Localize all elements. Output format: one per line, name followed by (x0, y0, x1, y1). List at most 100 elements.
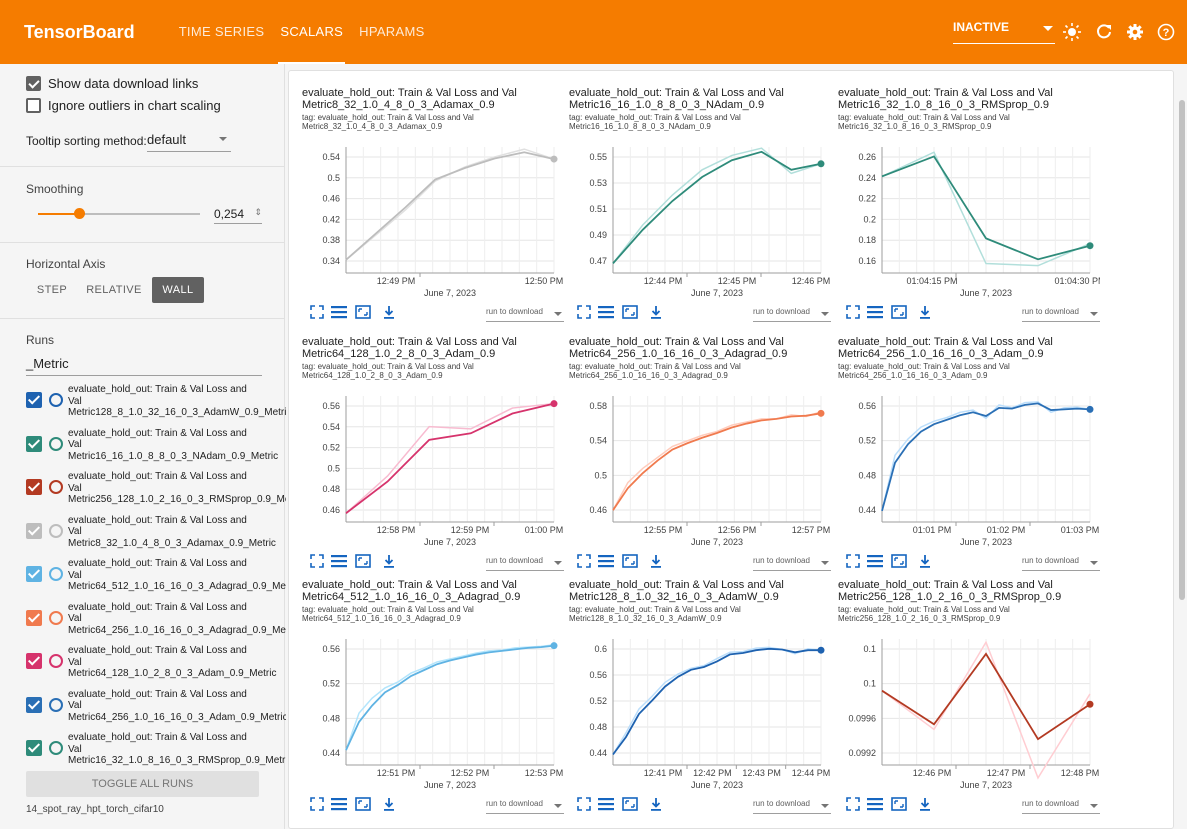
line-chart[interactable]: 0.56 0.54 0.52 0.5 0.48 0.46 12:58 PM 12:59 PM 0… (302, 388, 564, 548)
fullscreen-icon[interactable] (308, 797, 326, 815)
fullscreen-icon[interactable] (575, 554, 593, 572)
run-color-picker[interactable] (49, 654, 63, 668)
line-chart-svg[interactable]: 0.56 0.52 0.48 0.44 12:51 PM 12:52 PM 12:53 PM… (302, 631, 564, 791)
fit-domain-icon[interactable] (890, 554, 908, 572)
download-icon[interactable] (647, 305, 665, 323)
run-checkbox[interactable] (26, 696, 42, 713)
run-color-picker[interactable] (49, 697, 63, 712)
smoothing-slider[interactable] (38, 208, 200, 219)
line-chart[interactable]: 0.26 0.24 0.22 0.2 0.18 0.16 01:04:15 PM 01:04:… (838, 139, 1100, 299)
toggle-log-scale-icon[interactable] (866, 305, 884, 323)
toggle-log-scale-icon[interactable] (330, 554, 348, 572)
fullscreen-icon[interactable] (844, 797, 862, 815)
line-chart-svg[interactable]: 0.56 0.52 0.48 0.44 01:01 PM 01:02 PM 01:03 PM… (838, 388, 1100, 548)
download-icon[interactable] (647, 554, 665, 572)
fit-domain-icon[interactable] (354, 305, 372, 323)
fit-domain-icon[interactable] (354, 554, 372, 572)
run-checkbox[interactable] (26, 392, 42, 408)
run-item[interactable]: evaluate_hold_out: Train & Val Loss and … (26, 428, 278, 464)
scrollbar[interactable] (1179, 100, 1185, 600)
line-chart[interactable]: 0.1 0.1 0.0996 0.0992 12:46 PM 12:47 PM 12:48 … (838, 631, 1100, 791)
show-download-links-checkbox[interactable]: Show data download links (26, 76, 198, 91)
fullscreen-icon[interactable] (308, 305, 326, 323)
line-chart[interactable]: 0.54 0.5 0.46 0.42 0.38 0.34 12:49 PM 12:50 PM J… (302, 139, 564, 299)
toggle-all-runs-button[interactable]: TOGGLE ALL RUNS (26, 771, 259, 797)
help-icon[interactable]: ? (1155, 21, 1177, 43)
run-to-download-select[interactable]: run to download (753, 556, 831, 571)
run-item[interactable]: evaluate_hold_out: Train & Val Loss and … (26, 471, 304, 507)
run-checkbox[interactable] (26, 566, 42, 582)
line-chart[interactable]: 0.6 0.56 0.52 0.48 0.44 12:41 PM 12:42 PM 12:43… (569, 631, 831, 791)
fullscreen-icon[interactable] (308, 554, 326, 572)
toggle-log-scale-icon[interactable] (597, 797, 615, 815)
fullscreen-icon[interactable] (575, 305, 593, 323)
run-item[interactable]: evaluate_hold_out: Train & Val Loss and … (26, 384, 291, 420)
run-to-download-select[interactable]: run to download (753, 799, 831, 814)
refresh-icon[interactable] (1093, 21, 1115, 43)
run-checkbox[interactable] (26, 609, 42, 626)
axis-step-button[interactable]: STEP (28, 277, 76, 303)
run-color-picker[interactable] (49, 610, 63, 625)
run-checkbox[interactable] (26, 435, 42, 452)
line-chart-svg[interactable]: 0.26 0.24 0.22 0.2 0.18 0.16 01:04:15 PM 01:04:… (838, 139, 1100, 299)
fit-domain-icon[interactable] (354, 797, 372, 815)
run-to-download-select[interactable]: run to download (486, 307, 564, 322)
run-color-picker[interactable] (49, 436, 63, 451)
smoothing-slider-handle[interactable] (74, 208, 86, 219)
download-icon[interactable] (380, 797, 398, 815)
line-chart[interactable]: 0.58 0.54 0.5 0.46 12:55 PM 12:56 PM 12:57 PM J… (569, 388, 831, 548)
axis-relative-button[interactable]: RELATIVE (82, 277, 146, 303)
theme-toggle-icon[interactable] (1061, 21, 1083, 43)
run-to-download-select[interactable]: run to download (1022, 307, 1100, 322)
line-chart-svg[interactable]: 0.56 0.54 0.52 0.5 0.48 0.46 12:58 PM 12:59 PM 0… (302, 388, 564, 548)
fit-domain-icon[interactable] (621, 797, 639, 815)
run-checkbox[interactable] (26, 522, 42, 539)
line-chart-svg[interactable]: 0.6 0.56 0.52 0.48 0.44 12:41 PM 12:42 PM 12:43… (569, 631, 831, 791)
run-item[interactable]: evaluate_hold_out: Train & Val Loss and … (26, 645, 276, 681)
run-checkbox[interactable] (26, 653, 42, 669)
run-to-download-select[interactable]: run to download (1022, 556, 1100, 571)
fit-domain-icon[interactable] (890, 305, 908, 323)
run-color-picker[interactable] (49, 567, 63, 581)
tooltip-sorting-select[interactable]: default (147, 128, 231, 152)
run-item[interactable]: evaluate_hold_out: Train & Val Loss and … (26, 732, 293, 768)
toggle-log-scale-icon[interactable] (330, 797, 348, 815)
run-checkbox[interactable] (26, 479, 42, 495)
run-to-download-select[interactable]: run to download (486, 799, 564, 814)
run-color-picker[interactable] (49, 741, 63, 755)
run-item[interactable]: evaluate_hold_out: Train & Val Loss and … (26, 515, 276, 551)
fullscreen-icon[interactable] (575, 797, 593, 815)
line-chart[interactable]: 0.55 0.53 0.51 0.49 0.47 12:44 PM 12:45 PM 12:4… (569, 139, 831, 299)
line-chart-svg[interactable]: 0.54 0.5 0.46 0.42 0.38 0.34 12:49 PM 12:50 PM J… (302, 139, 564, 299)
stepper-icon[interactable]: ⇕ (254, 207, 262, 218)
download-icon[interactable] (916, 797, 934, 815)
toggle-log-scale-icon[interactable] (597, 305, 615, 323)
toggle-log-scale-icon[interactable] (866, 797, 884, 815)
line-chart-svg[interactable]: 0.58 0.54 0.5 0.46 12:55 PM 12:56 PM 12:57 PM J… (569, 388, 831, 548)
run-to-download-select[interactable]: run to download (753, 307, 831, 322)
download-icon[interactable] (380, 305, 398, 323)
fit-domain-icon[interactable] (890, 797, 908, 815)
fullscreen-icon[interactable] (844, 305, 862, 323)
run-checkbox[interactable] (26, 740, 42, 756)
checkbox-checked[interactable] (26, 76, 41, 91)
toggle-log-scale-icon[interactable] (330, 305, 348, 323)
toggle-log-scale-icon[interactable] (866, 554, 884, 572)
fit-domain-icon[interactable] (621, 554, 639, 572)
line-chart[interactable]: 0.56 0.52 0.48 0.44 01:01 PM 01:02 PM 01:03 PM… (838, 388, 1100, 548)
axis-wall-button[interactable]: WALL (152, 277, 204, 303)
download-icon[interactable] (916, 554, 934, 572)
runs-filter-input[interactable]: _Metric (26, 356, 262, 376)
run-color-picker[interactable] (49, 523, 63, 538)
plugin-select[interactable]: INACTIVE (953, 20, 1055, 44)
run-color-picker[interactable] (49, 393, 63, 407)
smoothing-input[interactable]: 0,254 ⇕ (214, 207, 262, 224)
run-item[interactable]: evaluate_hold_out: Train & Val Loss and … (26, 602, 299, 638)
line-chart[interactable]: 0.56 0.52 0.48 0.44 12:51 PM 12:52 PM 12:53 PM… (302, 631, 564, 791)
download-icon[interactable] (647, 797, 665, 815)
run-to-download-select[interactable]: run to download (1022, 799, 1100, 814)
toggle-log-scale-icon[interactable] (597, 554, 615, 572)
ignore-outliers-checkbox[interactable]: Ignore outliers in chart scaling (26, 98, 221, 113)
download-icon[interactable] (380, 554, 398, 572)
tab-hparams[interactable]: HPARAMS (351, 0, 432, 64)
